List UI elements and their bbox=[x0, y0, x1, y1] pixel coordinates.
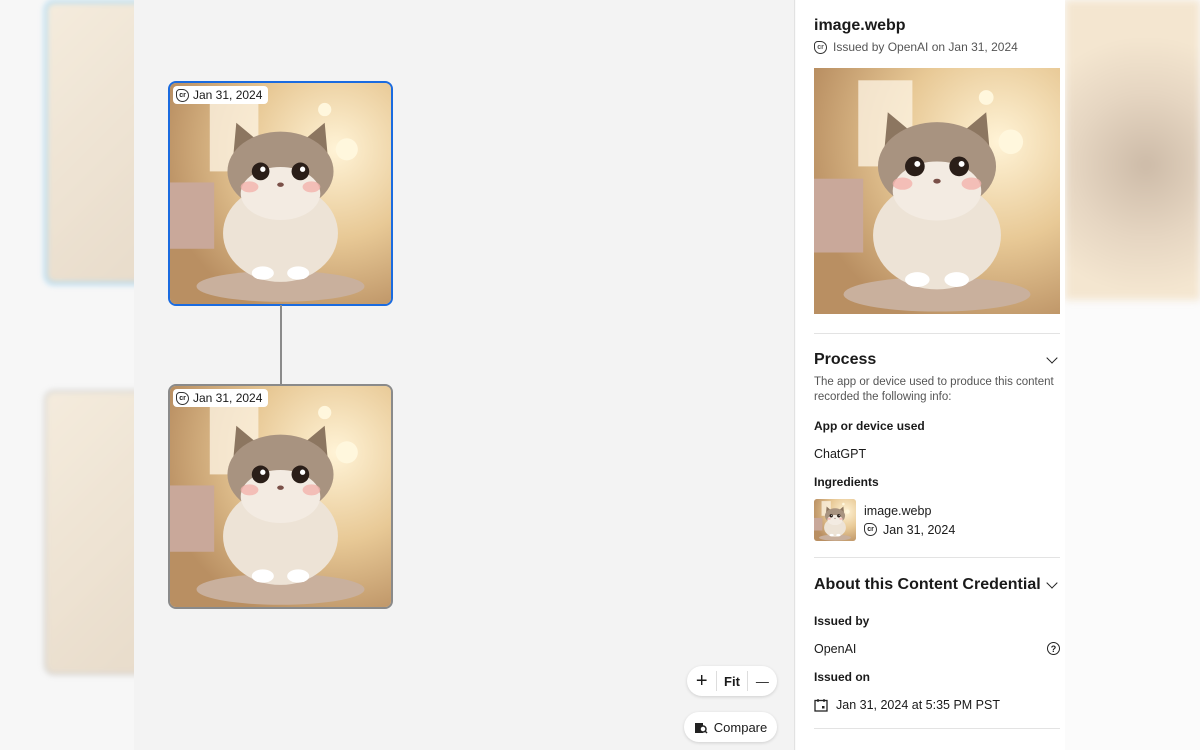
cat-image bbox=[170, 83, 391, 304]
process-heading: Process bbox=[814, 351, 877, 368]
issued-text: Issued by OpenAI on Jan 31, 2024 bbox=[833, 40, 1018, 54]
ingredient-name: image.webp bbox=[864, 503, 932, 518]
blurred-background-right bbox=[1065, 0, 1200, 750]
node-image-bottom[interactable]: cr Jan 31, 2024 bbox=[168, 384, 393, 609]
zoom-out-button[interactable]: — bbox=[748, 674, 777, 689]
about-heading: About this Content Credential bbox=[814, 576, 1041, 593]
cat-image bbox=[814, 68, 1060, 314]
node-date: Jan 31, 2024 bbox=[193, 88, 263, 102]
divider bbox=[814, 333, 1060, 334]
process-description: The app or device used to produce this c… bbox=[814, 376, 1054, 403]
about-section-toggle[interactable]: About this Content Credential bbox=[814, 576, 1060, 594]
node-date: Jan 31, 2024 bbox=[193, 391, 263, 405]
issued-on-value: Jan 31, 2024 at 5:35 PM PST bbox=[836, 698, 1000, 712]
calendar-icon bbox=[814, 699, 828, 712]
process-section-toggle[interactable]: Process bbox=[814, 351, 1060, 369]
blurred-image bbox=[1065, 0, 1200, 300]
divider bbox=[814, 557, 1060, 558]
ingredient-thumbnail bbox=[814, 499, 856, 541]
ingredients-label: Ingredients bbox=[814, 475, 879, 489]
fit-button[interactable]: Fit bbox=[717, 674, 746, 689]
panel-subtitle: cr Issued by OpenAI on Jan 31, 2024 bbox=[814, 40, 1059, 54]
panel-title: image.webp bbox=[814, 17, 906, 34]
chevron-down-icon bbox=[1046, 577, 1058, 589]
cat-image bbox=[814, 499, 856, 541]
blurred-image bbox=[44, 390, 134, 675]
content-credential-icon: cr bbox=[864, 523, 877, 536]
date-badge: cr Jan 31, 2024 bbox=[173, 86, 269, 104]
chevron-down-icon bbox=[1046, 352, 1058, 364]
details-panel: image.webp cr Issued by OpenAI on Jan 31,… bbox=[796, 0, 1065, 750]
zoom-controls: + Fit — bbox=[687, 666, 777, 696]
connector-line bbox=[280, 305, 282, 385]
help-icon[interactable]: ? bbox=[1047, 642, 1060, 655]
provenance-canvas[interactable]: cr Jan 31, 2024 cr Jan 31, 2024 + Fit — Co… bbox=[134, 0, 795, 750]
node-image-top[interactable]: cr Jan 31, 2024 bbox=[168, 81, 393, 306]
blurred-background-left bbox=[0, 0, 134, 750]
issued-by-value: OpenAI bbox=[814, 642, 857, 656]
preview-image bbox=[814, 68, 1060, 314]
content-credential-icon: cr bbox=[176, 88, 189, 102]
app-value: ChatGPT bbox=[814, 447, 867, 461]
zoom-in-button[interactable]: + bbox=[687, 670, 716, 693]
date-badge: cr Jan 31, 2024 bbox=[173, 389, 269, 407]
compare-icon bbox=[694, 723, 708, 734]
issued-by-label: Issued by bbox=[814, 614, 870, 628]
compare-button[interactable]: Compare bbox=[684, 712, 777, 742]
issued-on-label: Issued on bbox=[814, 670, 871, 684]
ingredient-item[interactable]: image.webp cr Jan 31, 2024 bbox=[814, 499, 1059, 541]
blurred-image bbox=[44, 0, 134, 285]
ingredient-date: Jan 31, 2024 bbox=[883, 522, 956, 537]
divider bbox=[814, 728, 1060, 729]
cat-image bbox=[170, 386, 391, 607]
app-label: App or device used bbox=[814, 419, 925, 433]
content-credential-icon: cr bbox=[814, 40, 827, 54]
content-credential-icon: cr bbox=[176, 391, 189, 405]
compare-label: Compare bbox=[713, 719, 768, 735]
